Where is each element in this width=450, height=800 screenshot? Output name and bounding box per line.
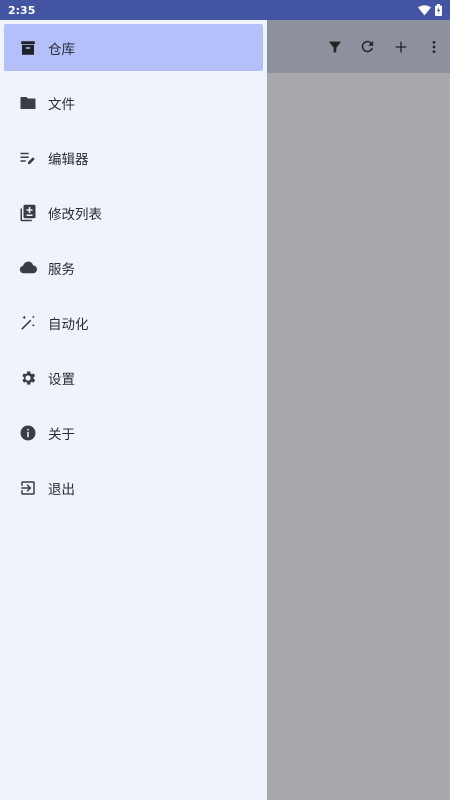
battery-icon <box>435 4 442 16</box>
filter-icon <box>327 39 343 55</box>
drawer-item-services[interactable]: 服务 <box>4 244 263 291</box>
drawer-item-automation[interactable]: 自动化 <box>4 299 263 346</box>
magic-wand-icon <box>17 312 39 334</box>
info-icon <box>17 422 39 444</box>
gear-icon <box>17 367 39 389</box>
drawer-item-label: 退出 <box>48 481 75 498</box>
edit-note-icon <box>17 147 39 169</box>
drawer-item-label: 关于 <box>48 426 75 443</box>
wifi-icon <box>418 4 431 16</box>
status-icons <box>418 4 442 16</box>
drawer-item-repository[interactable]: 仓库 <box>4 24 263 71</box>
exit-icon <box>17 477 39 499</box>
drawer-item-settings[interactable]: 设置 <box>4 354 263 401</box>
refresh-icon <box>359 38 376 55</box>
drawer-item-editor[interactable]: 编辑器 <box>4 134 263 181</box>
drawer-item-label: 设置 <box>48 371 75 388</box>
changelist-icon <box>17 202 39 224</box>
navigation-drawer: 仓库 文件 编辑器 修改列表 服务 自动化 设置 关于 退出 <box>0 20 267 800</box>
archive-icon <box>17 37 39 59</box>
add-button[interactable] <box>384 20 417 73</box>
drawer-item-label: 自动化 <box>48 316 89 333</box>
drawer-item-about[interactable]: 关于 <box>4 409 263 456</box>
drawer-item-changelists[interactable]: 修改列表 <box>4 189 263 236</box>
drawer-item-label: 编辑器 <box>48 151 89 168</box>
drawer-item-exit[interactable]: 退出 <box>4 464 263 511</box>
app-bar <box>267 20 450 73</box>
drawer-item-label: 仓库 <box>48 41 75 58</box>
drawer-item-label: 修改列表 <box>48 206 102 223</box>
filter-button[interactable] <box>318 20 351 73</box>
drawer-item-label: 服务 <box>48 261 75 278</box>
content-scrim[interactable] <box>267 73 450 800</box>
drawer-item-files[interactable]: 文件 <box>4 79 263 126</box>
more-options-button[interactable] <box>417 20 450 73</box>
drawer-item-label: 文件 <box>48 96 75 113</box>
cloud-icon <box>17 257 39 279</box>
add-icon <box>393 39 409 55</box>
status-time: 2:35 <box>8 3 36 17</box>
status-bar: 2:35 <box>0 0 450 20</box>
folder-icon <box>17 92 39 114</box>
more-vert-icon <box>426 39 442 55</box>
refresh-button[interactable] <box>351 20 384 73</box>
